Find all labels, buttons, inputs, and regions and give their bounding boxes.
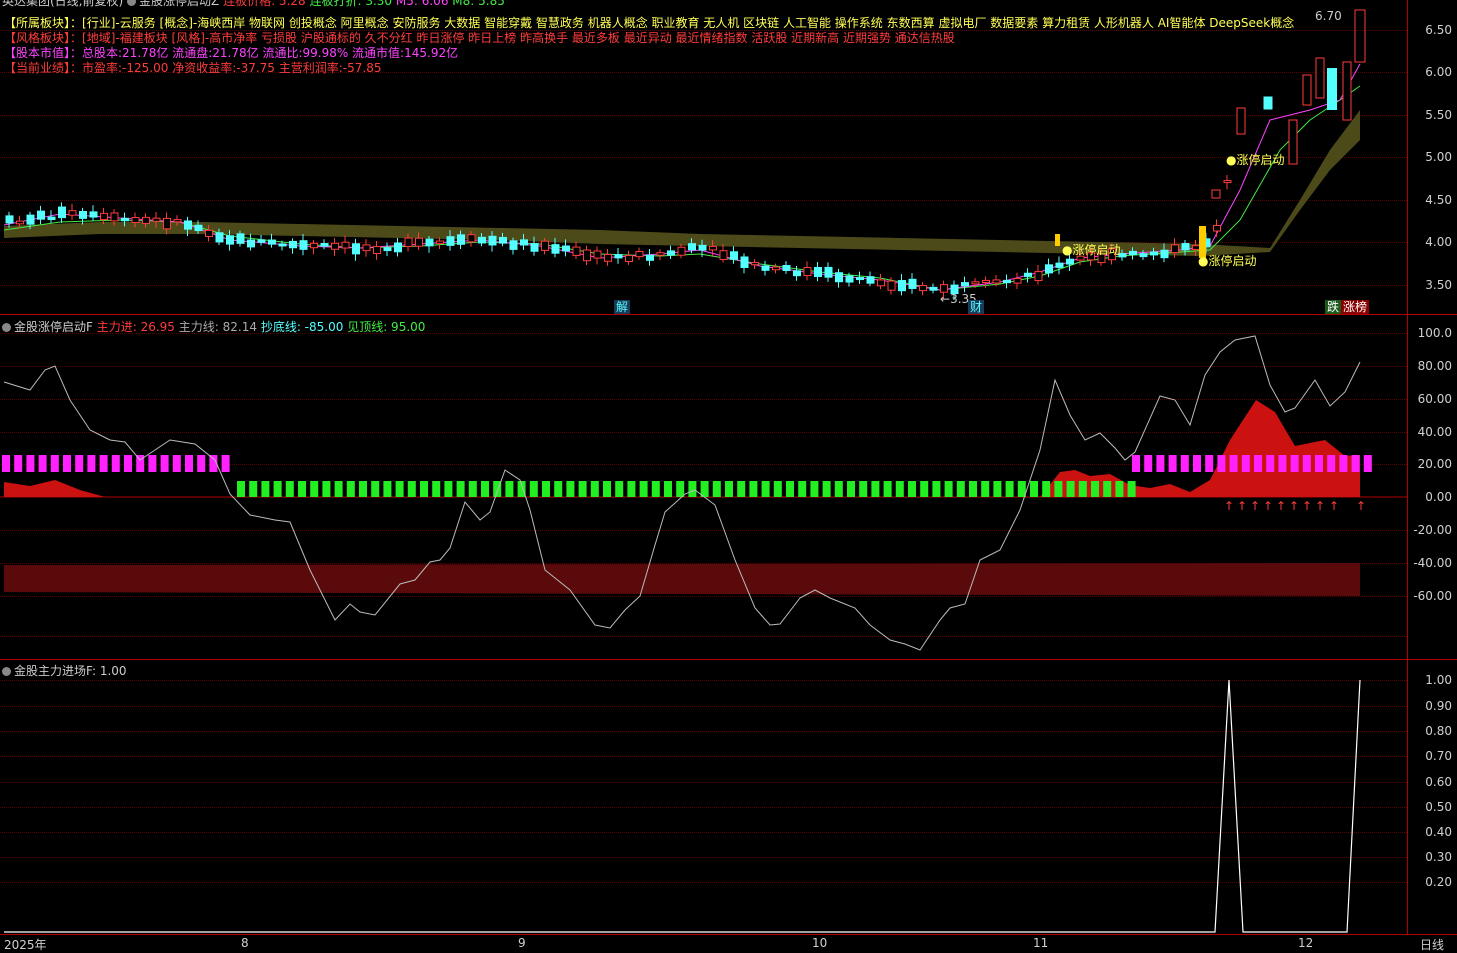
indicator2-settings-icon[interactable] — [2, 667, 11, 676]
xaxis-label: 8 — [241, 936, 249, 950]
ind2-tick: 0.80 — [1425, 724, 1452, 738]
price-tick: 4.00 — [1425, 235, 1452, 249]
price-tick: 5.00 — [1425, 150, 1452, 164]
indicator1-axis: 100.0 80.00 60.00 40.00 20.00 0.00 -20.0… — [1407, 315, 1457, 659]
xaxis-separator — [0, 934, 1457, 935]
xaxis-label: 9 — [518, 936, 526, 950]
ind1-tick: 0.00 — [1425, 490, 1452, 504]
indicator2-chart — [4, 679, 1361, 933]
xaxis-label: 11 — [1033, 936, 1049, 950]
ind2-tick: 0.20 — [1425, 875, 1452, 889]
xaxis-label: 12 — [1298, 936, 1314, 950]
price-tick: 6.00 — [1425, 65, 1452, 79]
ind1-tick: 100.0 — [1417, 326, 1452, 340]
price-axis: 6.50 6.00 5.50 5.00 4.50 4.00 3.50 — [1407, 0, 1457, 314]
ind2-tick: 0.40 — [1425, 825, 1452, 839]
entry-signal-line — [4, 679, 1361, 933]
ind2-tick: 0.90 — [1425, 699, 1452, 713]
ind1-tick: -20.00 — [1413, 523, 1452, 537]
price-tick: 4.50 — [1425, 193, 1452, 207]
ind1-tick: -40.00 — [1413, 556, 1452, 570]
ind1-tick: 60.00 — [1417, 392, 1452, 406]
indicator2-title[interactable]: 金股主力进场F — [14, 664, 92, 678]
price-tick: 5.50 — [1425, 108, 1452, 122]
ind2-tick: 1.00 — [1425, 673, 1452, 687]
ind1-tick: 40.00 — [1417, 425, 1452, 439]
ind2-tick: 0.50 — [1425, 800, 1452, 814]
period-selector[interactable]: 日线 — [1420, 936, 1444, 953]
ind2-tick: 0.60 — [1425, 775, 1452, 789]
xaxis-label: 2025年 — [4, 938, 47, 952]
ind1-tick: 80.00 — [1417, 359, 1452, 373]
indicator2-title-bar: 金股主力进场F: 1.00 — [2, 662, 127, 679]
price-tick: 3.50 — [1425, 278, 1452, 292]
ind2-tick: 0.30 — [1425, 850, 1452, 864]
indicator2-axis: 1.00 0.90 0.80 0.70 0.60 0.50 0.40 0.30 … — [1407, 660, 1457, 934]
xaxis-label: 10 — [812, 936, 828, 950]
price-tick: 6.50 — [1425, 23, 1452, 37]
ind1-tick: 20.00 — [1417, 457, 1452, 471]
ind2-tick: 0.70 — [1425, 749, 1452, 763]
ind1-tick: -60.00 — [1413, 589, 1452, 603]
indicator2-value: : 1.00 — [91, 664, 127, 678]
